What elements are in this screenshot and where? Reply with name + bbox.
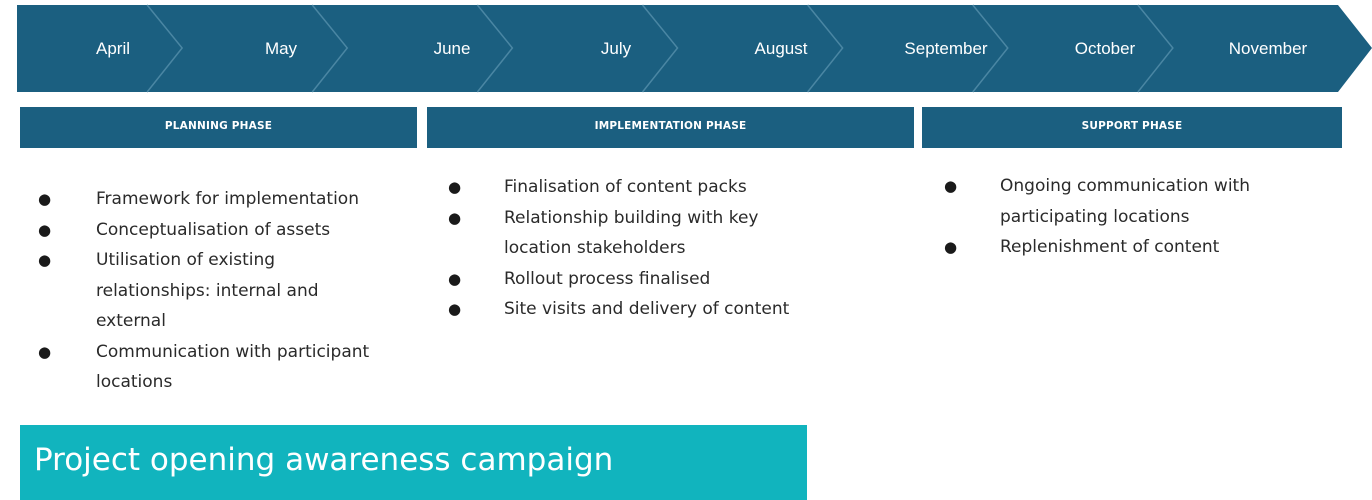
bullet-icon: ● — [944, 238, 958, 256]
bullet-icon: ● — [38, 190, 52, 208]
implementation-phase-header: IMPLEMENTATION PHASE — [427, 107, 914, 148]
bullet-icon: ● — [448, 208, 462, 227]
list-item-text: Conceptualisation of assets — [96, 219, 331, 240]
bullet-icon: ● — [944, 177, 958, 195]
bullet-icon: ● — [38, 220, 52, 239]
month-label-november: November — [1229, 39, 1308, 58]
support-phase-list: ● Ongoing communication with participati… — [944, 171, 1344, 263]
bullet-icon: ● — [448, 269, 462, 288]
list-item: ● Utilisation of existing relationships:… — [38, 245, 438, 337]
timeline-arrow-body — [17, 5, 1372, 92]
list-item: ● Ongoing communication with participati… — [944, 171, 1344, 232]
support-phase-header: SUPPORT PHASE — [922, 107, 1342, 148]
bullet-icon: ● — [448, 300, 462, 318]
month-label-may: May — [265, 39, 298, 58]
month-label-june: June — [434, 39, 471, 58]
planning-phase-list: ● Framework for implementation ● Concept… — [38, 184, 438, 398]
month-label-september: September — [904, 39, 987, 58]
bullet-icon: ● — [448, 178, 462, 196]
list-item: ● Site visits and delivery of content — [448, 294, 908, 325]
list-item-text: Ongoing communication with participating… — [1000, 176, 1250, 227]
bullet-icon: ● — [38, 342, 52, 361]
list-item: ● Relationship building with key locatio… — [448, 203, 908, 264]
list-item-text: Finalisation of content packs — [504, 177, 747, 197]
list-item-text: Framework for implementation — [96, 189, 359, 209]
list-item: ● Conceptualisation of assets — [38, 215, 438, 246]
list-item-text: Communication with participant locations — [96, 341, 370, 393]
list-item: ● Rollout process finalised — [448, 264, 908, 295]
month-label-august: August — [755, 39, 808, 58]
planning-phase-header: PLANNING PHASE — [20, 107, 417, 148]
list-item-text: Relationship building with key location … — [504, 207, 759, 259]
list-item-text: Site visits and delivery of content — [504, 299, 790, 319]
bullet-icon: ● — [38, 251, 52, 269]
list-item-text: Rollout process finalised — [504, 268, 711, 289]
list-item-text: Replenishment of content — [1000, 237, 1220, 257]
list-item: ● Replenishment of content — [944, 232, 1344, 263]
list-item: ● Communication with participant locatio… — [38, 337, 438, 398]
campaign-banner: Project opening awareness campaign — [20, 425, 807, 500]
list-item: ● Finalisation of content packs — [448, 172, 908, 203]
list-item-text: Utilisation of existing relationships: i… — [96, 250, 319, 331]
month-label-july: July — [601, 39, 632, 58]
month-label-april: April — [96, 39, 130, 58]
month-label-october: October — [1075, 39, 1136, 58]
implementation-phase-list: ● Finalisation of content packs ● Relati… — [448, 172, 908, 325]
month-timeline-arrow: April May June July August September October No… — [17, 4, 1372, 93]
list-item: ● Framework for implementation — [38, 184, 438, 215]
